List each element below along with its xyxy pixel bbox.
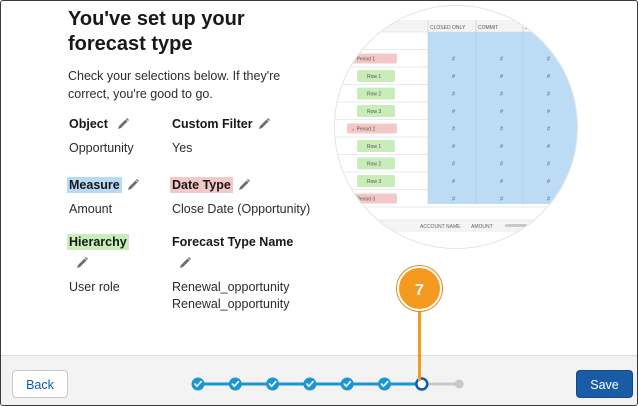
preview-bottom-header: ACCOUNT NAME [420,224,461,230]
custom-filter-label: Custom Filter [172,117,253,131]
pencil-icon[interactable] [178,256,192,270]
preview-row-label: ⌄ Period 1 [351,57,375,63]
hierarchy-label: Hierarchy [67,234,129,250]
callout-connector [418,311,421,381]
page-title: You've set up your forecast type [68,8,245,55]
pencil-icon[interactable] [237,178,251,192]
preview-row-label: Row 2 [367,162,381,168]
page-description: Check your selections below. If they're … [68,69,281,101]
forecast-preview-image: CLOSED ONLY COMMIT BE S ⌄ Period 1 # # # Row … [334,5,578,249]
preview-col-header: COMMIT [478,25,498,31]
pencil-icon[interactable] [75,256,89,270]
object-label: Object [69,117,108,131]
measure-label: Measure [67,177,122,193]
back-button[interactable]: Back [12,370,68,398]
date-type-label: Date Type [170,177,233,193]
pencil-icon[interactable] [126,178,140,192]
callout-badge: 7 [397,266,442,311]
save-button[interactable]: Save [576,370,633,398]
measure-value: Amount [69,202,113,216]
preview-col-header: BE [525,25,532,31]
step-incomplete-indicator[interactable] [454,379,464,389]
hierarchy-value: User role [69,280,120,294]
date-type-value: Close Date (Opportunity) [172,202,311,216]
forecast-type-name-value-secondary: Renewal_opportunity [172,297,290,311]
preview-row-label: Row 3 [367,109,381,115]
preview-row-label: ⌄ Period 3 [351,197,375,203]
forecast-type-name-value: Renewal_opportunity [172,280,290,294]
forecast-grid-preview: CLOSED ONLY COMMIT BE S⌄ Period 1 # # #Row … [335,6,577,248]
pencil-icon[interactable] [116,117,130,131]
preview-row-label: Row 1 [367,74,381,80]
pencil-icon[interactable] [257,117,271,131]
preview-bottom-header: AMOUNT [471,224,493,230]
setup-dialog: You've set up your forecast type Check y… [0,0,638,406]
preview-col-header: CLOSED ONLY [430,25,466,31]
object-value: Opportunity [69,141,134,155]
progress-indicator [191,377,464,391]
preview-row-label: Row 2 [367,92,381,98]
forecast-type-name-label: Forecast Type Name [172,235,294,249]
custom-filter-value: Yes [172,141,193,155]
preview-row-label: ⌄ Period 2 [351,127,375,133]
preview-row-label: Row 1 [367,144,381,150]
preview-row-label: Row 3 [367,179,381,185]
